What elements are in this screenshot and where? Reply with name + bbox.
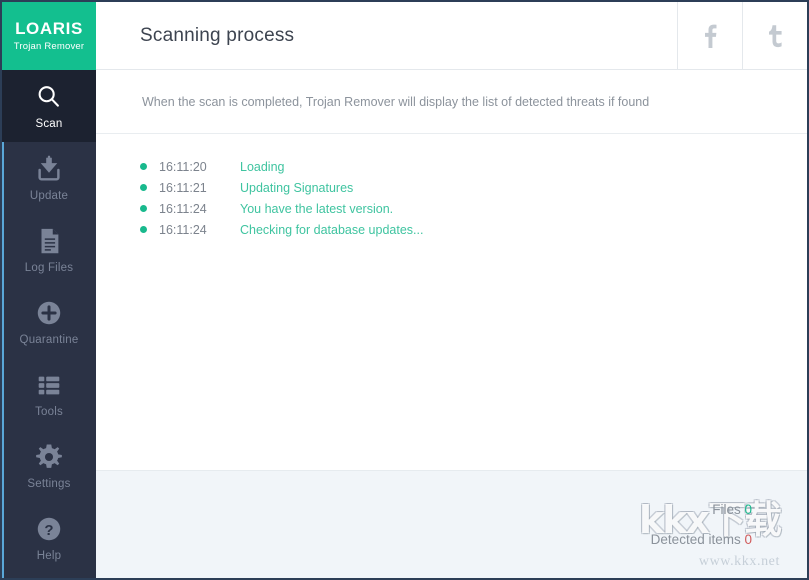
main-content: Scanning process When the scan is comple… [96, 2, 807, 578]
sidebar-item-label: Help [36, 550, 62, 562]
question-circle-icon: ? [34, 514, 64, 544]
svg-text:?: ? [44, 522, 53, 539]
files-stat: Files 0 [712, 495, 752, 525]
status-bullet-icon [140, 205, 147, 212]
sidebar-item-update[interactable]: Update [2, 142, 96, 214]
sidebar-item-settings[interactable]: Settings [2, 430, 96, 502]
app-window: LOARIS Trojan Remover Scan Update Log Fi… [0, 0, 809, 580]
gear-icon [34, 442, 64, 472]
log-entry-message: Checking for database updates... [240, 222, 424, 237]
log-entry: 16:11:20 Loading [96, 156, 807, 177]
header-bar: Scanning process [96, 2, 807, 70]
plus-circle-icon [34, 298, 64, 328]
search-icon [34, 82, 64, 112]
scan-log-list: 16:11:20 Loading 16:11:21 Updating Signa… [96, 134, 807, 470]
logo-title: LOARIS [15, 19, 83, 39]
log-entry-time: 16:11:20 [159, 159, 207, 174]
log-entry: 16:11:24 You have the latest version. [96, 198, 807, 219]
status-bullet-icon [140, 163, 147, 170]
page-title: Scanning process [140, 24, 295, 46]
twitter-button[interactable] [742, 2, 807, 69]
status-footer: kkx下载 www.kkx.net Files 0 Detected items… [96, 470, 807, 578]
sidebar: LOARIS Trojan Remover Scan Update Log Fi… [2, 2, 96, 578]
sidebar-item-label: Settings [27, 478, 71, 490]
sidebar-item-label: Log Files [24, 262, 74, 274]
status-bullet-icon [140, 184, 147, 191]
status-bullet-icon [140, 226, 147, 233]
sidebar-item-label: Quarantine [19, 334, 79, 346]
twitter-icon [764, 23, 786, 49]
sidebar-item-log-files[interactable]: Log Files [2, 214, 96, 286]
watermark-url: www.kkx.net [698, 554, 780, 569]
sidebar-item-tools[interactable]: Tools [2, 358, 96, 430]
sidebar-item-label: Scan [35, 118, 63, 130]
log-entry-time: 16:11:24 [159, 201, 207, 216]
sidebar-item-label: Update [29, 190, 69, 202]
sidebar-item-quarantine[interactable]: Quarantine [2, 286, 96, 358]
download-icon [34, 154, 64, 184]
log-entry-message: Loading [240, 159, 285, 174]
scan-notice-text: When the scan is completed, Trojan Remov… [142, 94, 650, 109]
app-logo: LOARIS Trojan Remover [2, 2, 96, 70]
files-value: 0 [744, 501, 752, 517]
sidebar-item-scan[interactable]: Scan [2, 70, 96, 142]
detected-items-stat: Detected items 0 [651, 525, 752, 555]
files-label: Files [712, 501, 741, 517]
log-entry: 16:11:21 Updating Signatures [96, 177, 807, 198]
facebook-button[interactable] [677, 2, 742, 69]
sidebar-item-help[interactable]: ? Help [2, 502, 96, 574]
log-entry: 16:11:24 Checking for database updates..… [96, 219, 807, 240]
facebook-icon [699, 23, 721, 49]
log-entry-time: 16:11:21 [159, 180, 207, 195]
sidebar-item-label: Tools [35, 406, 63, 418]
scan-notice: When the scan is completed, Trojan Remov… [96, 70, 807, 134]
document-icon [34, 226, 64, 256]
detected-items-value: 0 [744, 531, 752, 547]
list-icon [34, 370, 64, 400]
log-entry-message: Updating Signatures [240, 180, 354, 195]
logo-subtitle: Trojan Remover [13, 40, 85, 52]
log-entry-time: 16:11:24 [159, 222, 207, 237]
log-entry-message: You have the latest version. [240, 201, 394, 216]
detected-items-label: Detected items [650, 531, 741, 547]
